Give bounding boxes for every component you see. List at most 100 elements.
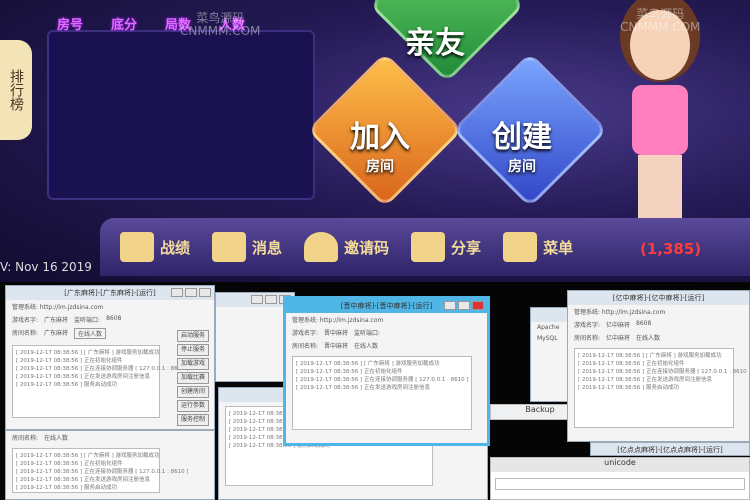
online-button[interactable]: 在线人数 bbox=[44, 433, 68, 442]
close-button[interactable] bbox=[472, 301, 484, 310]
log-line: [ 2019-12-17 08:38:56 ] [ 广东麻将 ] 游戏服务加载成… bbox=[296, 361, 440, 367]
log-line: [ 2019-12-17 08:38:56 ] 正在发送游戏房间注册信息 bbox=[16, 374, 150, 380]
log-line: [ 2019-12-17 08:38:56 ] 服务启动成功 bbox=[578, 385, 679, 391]
room-input[interactable]: 亿中麻将 bbox=[606, 333, 630, 342]
game-label: 游戏名字: bbox=[12, 317, 39, 324]
window-title: [亿中麻将]-[亿中麻将]-[运行] bbox=[612, 294, 705, 302]
counter-label: (1,385) bbox=[640, 240, 702, 258]
log-line: [ 2019-12-17 08:38:56 ] 正在初始化组件 bbox=[16, 358, 123, 364]
game-label: 游戏名字: bbox=[292, 330, 319, 337]
log-line: [ 2019-12-17 08:38:56 ] 服务启动成功 bbox=[16, 485, 117, 491]
online-button[interactable]: 在线人数 bbox=[354, 341, 378, 350]
browser-title: unicode bbox=[491, 458, 749, 472]
log-line: [ 2019-12-17 08:38:56 ] 正在连接协调服务器 [ 127.… bbox=[296, 377, 469, 383]
log-area: [ 2019-12-17 08:38:56 ] [ 广东麻将 ] 游戏服务加载成… bbox=[12, 345, 189, 418]
maximize-button[interactable] bbox=[185, 288, 197, 297]
game-input[interactable]: 亿中麻将 bbox=[606, 320, 630, 329]
apache-label: Apache bbox=[537, 324, 560, 331]
port-label: 监听端口: bbox=[354, 330, 381, 337]
game-lobby: 房号 底分 局数 人数 排行榜 亲友 加入 房间 创建 房间 菜鸟源码 CNMMM.C… bbox=[0, 0, 750, 282]
log-line: [ 2019-12-17 08:38:56 ] 正在初始化组件 bbox=[578, 361, 685, 367]
col-base-score: 底分 bbox=[111, 18, 138, 33]
ranking-button[interactable]: 排行榜 bbox=[0, 40, 32, 140]
load-match-button[interactable]: 加载比赛 bbox=[176, 372, 209, 384]
server-window-yidiandian: [亿点点麻将]-[亿点点麻将]-[运行] bbox=[590, 442, 750, 456]
site-label: 管理系统: http://lm.jzdsina.com bbox=[12, 304, 104, 311]
log-line: [ 2019-12-17 08:38:56 ] 正在发送游戏房间注册信息 bbox=[16, 477, 150, 483]
watermark-url: CNMMM.COM bbox=[620, 20, 701, 35]
menu-share[interactable]: 分享 bbox=[411, 232, 481, 262]
start-service-button[interactable]: 启动服务 bbox=[176, 330, 209, 342]
log-line: [ 2019-12-17 08:38:56 ] 正在发送游戏房间注册信息 bbox=[296, 385, 430, 391]
server-screenshots: [广东麻将]-[广东麻将]-[运行] 管理系统: http://lm.jzdsi… bbox=[0, 282, 750, 500]
room-label: 房间名称: bbox=[292, 343, 319, 350]
site-label: 管理系统: http://lm.jzdsina.com bbox=[574, 309, 666, 316]
server-window-guangdong: [广东麻将]-[广东麻将]-[运行] 管理系统: http://lm.jzdsi… bbox=[5, 285, 215, 430]
log-line: [ 2019-12-17 08:38:56 ] 正在连接协调服务器 [ 127.… bbox=[16, 469, 189, 475]
address-bar[interactable] bbox=[495, 478, 745, 490]
join-label: 加入 bbox=[350, 120, 410, 155]
room-input[interactable]: 广东麻将 bbox=[44, 328, 68, 339]
watermark-url: CNMMM.COM bbox=[180, 24, 261, 39]
log-line: [ 2019-12-17 08:38:56 ] 服务启动成功 bbox=[16, 382, 117, 388]
port-label: 监听端口: bbox=[74, 317, 101, 324]
game-input[interactable]: 广东麻将 bbox=[44, 315, 68, 324]
game-label: 游戏名字: bbox=[574, 322, 601, 329]
minimize-button[interactable] bbox=[171, 288, 183, 297]
room-label: 房间名称: bbox=[574, 335, 601, 342]
close-button[interactable] bbox=[199, 288, 211, 297]
menu-label: 菜单 bbox=[543, 238, 574, 257]
server-window-yizhong: [亿中麻将]-[亿中麻将]-[运行] 管理系统: http://lm.jzdsi… bbox=[567, 290, 750, 442]
room-label: 房间名称: bbox=[12, 330, 39, 337]
stop-service-button[interactable]: 停止服务 bbox=[176, 344, 209, 356]
log-line: [ 2019-12-17 08:38:56 ] 正在连接协调服务器 [ 127.… bbox=[578, 369, 750, 375]
menu-invite[interactable]: 邀请码 bbox=[304, 232, 389, 262]
envelope-icon bbox=[212, 232, 247, 262]
folder-icon bbox=[503, 232, 538, 262]
port-input[interactable]: 8608 bbox=[106, 315, 121, 324]
log-line: [ 2019-12-17 08:38:56 ] [ 广东麻将 ] 游戏服务加载成… bbox=[16, 453, 160, 459]
user-icon bbox=[304, 232, 339, 262]
mysql-label: MySQL bbox=[537, 335, 558, 342]
log-line: [ 2019-12-17 08:38:56 ] [ 广东麻将 ] 游戏服务加载成… bbox=[16, 350, 160, 356]
character-avatar bbox=[600, 0, 720, 240]
bar-chart-icon bbox=[120, 232, 154, 262]
load-game-button[interactable]: 加载游戏 bbox=[176, 358, 209, 370]
join-sub-label: 房间 bbox=[366, 159, 394, 175]
col-room-no: 房号 bbox=[57, 18, 84, 33]
menu-label: 消息 bbox=[252, 238, 283, 257]
service-control-button[interactable]: 服务控制 bbox=[176, 414, 209, 426]
log-line: [ 2019-12-17 08:38:56 ] 正在初始化组件 bbox=[296, 369, 403, 375]
site-label: 管理系统: http://lm.jzdsina.com bbox=[292, 317, 384, 324]
menu-label: 战绩 bbox=[160, 238, 191, 257]
log-line: [ 2019-12-17 08:38:56 ] [ 广东麻将 ] 游戏服务加载成… bbox=[578, 353, 722, 359]
maximize-button[interactable] bbox=[458, 301, 470, 310]
window-title: [晋中麻将]-[晋中麻将]-[运行] bbox=[340, 302, 433, 310]
share-icon bbox=[411, 232, 446, 262]
browser-window: unicode bbox=[490, 457, 750, 500]
minimize-button[interactable] bbox=[444, 301, 456, 310]
menu-message[interactable]: 消息 bbox=[212, 232, 282, 262]
room-label: 房间名称: bbox=[12, 435, 39, 442]
log-line: [ 2019-12-17 08:38:56 ] 正在初始化组件 bbox=[16, 461, 123, 467]
online-button[interactable]: 在线人数 bbox=[74, 328, 107, 339]
server-window-jinzhong: [晋中麻将]-[晋中麻将]-[运行] 管理系统: http://lm.jzdsi… bbox=[283, 296, 490, 446]
create-room-button[interactable]: 创建房间 bbox=[176, 386, 209, 398]
create-sub-label: 房间 bbox=[508, 159, 536, 175]
create-label: 创建 bbox=[492, 120, 552, 155]
port-input[interactable]: 8608 bbox=[636, 320, 651, 329]
game-input[interactable]: 晋中麻将 bbox=[324, 328, 348, 337]
log-line: [ 2019-12-17 08:38:56 ] 正在连接协调服务器 [ 127.… bbox=[16, 366, 189, 372]
menu-record[interactable]: 战绩 bbox=[120, 232, 190, 262]
room-input[interactable]: 晋中麻将 bbox=[324, 341, 348, 350]
window-title: [广东麻将]-[广东麻将]-[运行] bbox=[64, 289, 156, 297]
online-button[interactable]: 在线人数 bbox=[636, 333, 660, 342]
menu-label: 邀请码 bbox=[344, 238, 390, 257]
friends-label: 亲友 bbox=[405, 26, 465, 61]
run-params-button[interactable]: 运行参数 bbox=[176, 400, 209, 412]
menu-menu[interactable]: 菜单 bbox=[503, 232, 573, 262]
room-list-panel: 房号 底分 局数 人数 bbox=[47, 18, 315, 200]
version-label: V: Nov 16 2019 bbox=[0, 260, 92, 274]
menu-label: 分享 bbox=[451, 238, 482, 257]
server-window-copy: 房间名称: 在线人数 [ 2019-12-17 08:38:56 ] [ 广东麻将… bbox=[5, 430, 215, 500]
